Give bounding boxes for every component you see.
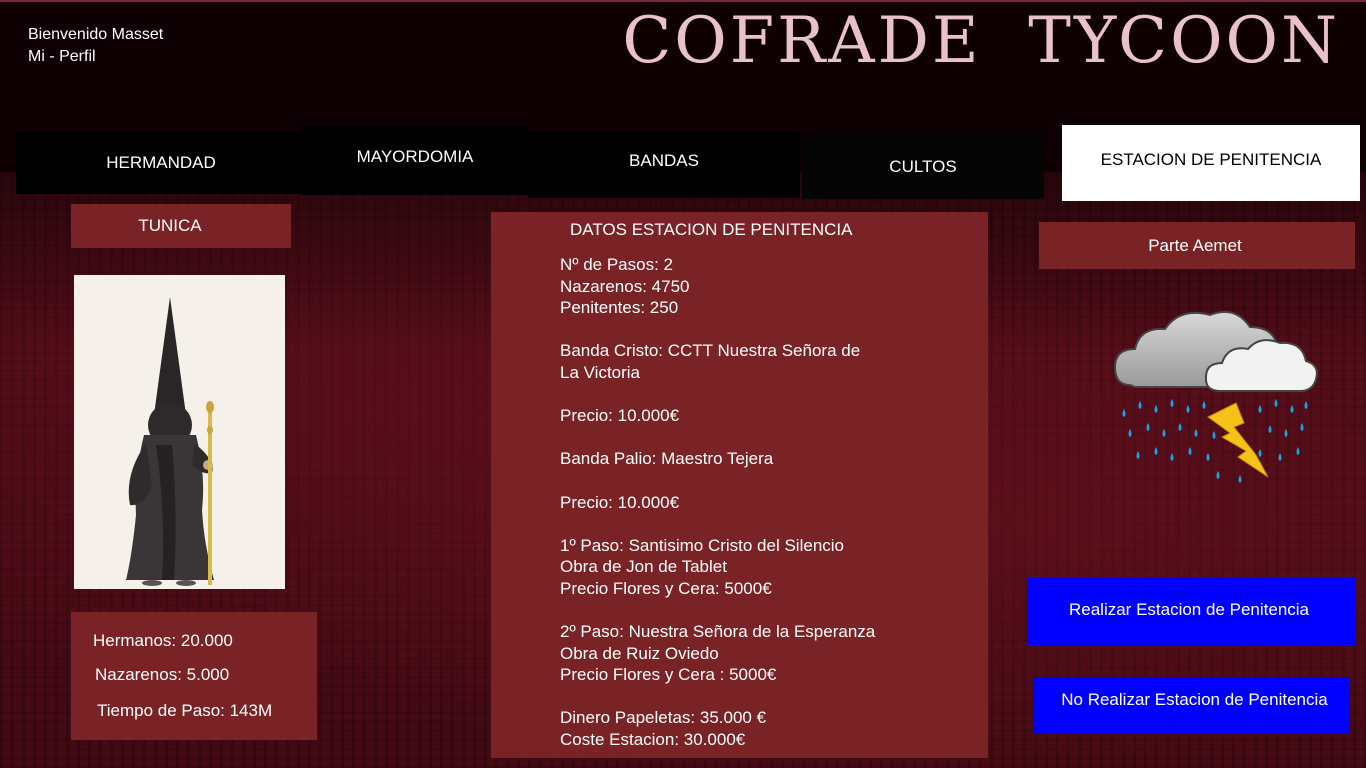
- stat-nazarenos: Nazarenos: 5.000: [95, 665, 230, 684]
- datos-line: La Victoria: [560, 362, 641, 382]
- weather-text: Parte Aemet: [1148, 235, 1242, 255]
- tab-hermandad[interactable]: HERMANDAD: [16, 132, 306, 194]
- realizar-estacion-button[interactable]: Realizar Estacion de Penitencia: [1027, 578, 1355, 646]
- datos-line: [560, 600, 875, 622]
- tab-label: BANDAS: [629, 151, 699, 170]
- datos-list: Nº de Pasos: 2 Nazarenos: 4750 Penitentes:…: [560, 254, 875, 751]
- datos-line: [560, 513, 875, 535]
- nazareno-icon: [74, 275, 285, 589]
- datos-line: Obra de Ruiz Oviedo: [560, 643, 719, 663]
- no-realizar-estacion-button[interactable]: No Realizar Estacion de Penitencia: [1033, 677, 1350, 734]
- datos-line: Nazarenos: 4750: [560, 276, 690, 296]
- tab-label: MAYORDOMIA: [356, 147, 474, 166]
- datos-line: [560, 384, 875, 406]
- datos-line: Banda Cristo: CCTT Nuestra Señora de: [560, 341, 861, 361]
- datos-line: [560, 686, 875, 708]
- tunica-label: TUNICA: [71, 204, 291, 248]
- datos-line: Coste Estacion: 30.000€: [560, 730, 746, 750]
- datos-line: Obra de Jon de Tablet: [560, 557, 727, 577]
- datos-line: Dinero Papeletas: 35.000 €: [560, 708, 767, 728]
- datos-line: Precio: 10.000€: [560, 492, 680, 512]
- tab-mayordomia[interactable]: MAYORDOMIA: [302, 125, 528, 195]
- hermandad-stats: Hermanos: 20.000 Nazarenos: 5.000 Tiempo…: [71, 612, 317, 740]
- stat-hermanos: Hermanos: 20.000: [93, 631, 233, 650]
- tab-label: HERMANDAD: [106, 153, 216, 172]
- datos-line: Penitentes: 250: [560, 298, 679, 318]
- datos-line: 1º Paso: Santisimo Cristo del Silencio: [560, 535, 845, 555]
- tab-bandas[interactable]: BANDAS: [528, 132, 800, 198]
- tab-label: CULTOS: [889, 157, 957, 176]
- stat-tiempo-paso: Tiempo de Paso: 143M: [97, 701, 273, 720]
- datos-line: [560, 319, 875, 341]
- storm-illustration: [1113, 311, 1318, 483]
- app-title: COFRADE TYCOON: [622, 4, 1340, 78]
- tunica-text: TUNICA: [138, 216, 202, 235]
- datos-title: DATOS ESTACION DE PENITENCIA: [570, 220, 853, 239]
- weather-label: Parte Aemet: [1039, 222, 1355, 269]
- tab-estacion-penitencia[interactable]: ESTACION DE PENITENCIA: [1062, 125, 1360, 201]
- datos-line: Banda Palio: Maestro Tejera: [560, 449, 774, 469]
- datos-line: Precio: 10.000€: [560, 406, 680, 426]
- datos-line: [560, 427, 875, 449]
- datos-line: Nº de Pasos: 2: [560, 255, 673, 274]
- datos-line: [560, 470, 875, 492]
- datos-line: 2º Paso: Nuestra Señora de la Esperanza: [560, 622, 876, 642]
- tab-label: ESTACION DE PENITENCIA: [1100, 150, 1322, 169]
- datos-line: Precio Flores y Cera : 5000€: [560, 665, 777, 685]
- welcome-text: Bienvenido Masset: [28, 26, 164, 43]
- user-greeting: Bienvenido Masset Mi - Perfil: [28, 24, 163, 68]
- profile-link[interactable]: Mi - Perfil: [28, 46, 163, 68]
- realizar-label: Realizar Estacion de Penitencia: [1068, 600, 1310, 619]
- no-realizar-label: No Realizar Estacion de Penitencia: [1061, 689, 1328, 709]
- nazareno-illustration: [74, 275, 285, 589]
- datos-line: Precio Flores y Cera: 5000€: [560, 578, 772, 598]
- storm-icon: [1110, 305, 1325, 490]
- tab-cultos[interactable]: CULTOS: [802, 133, 1044, 199]
